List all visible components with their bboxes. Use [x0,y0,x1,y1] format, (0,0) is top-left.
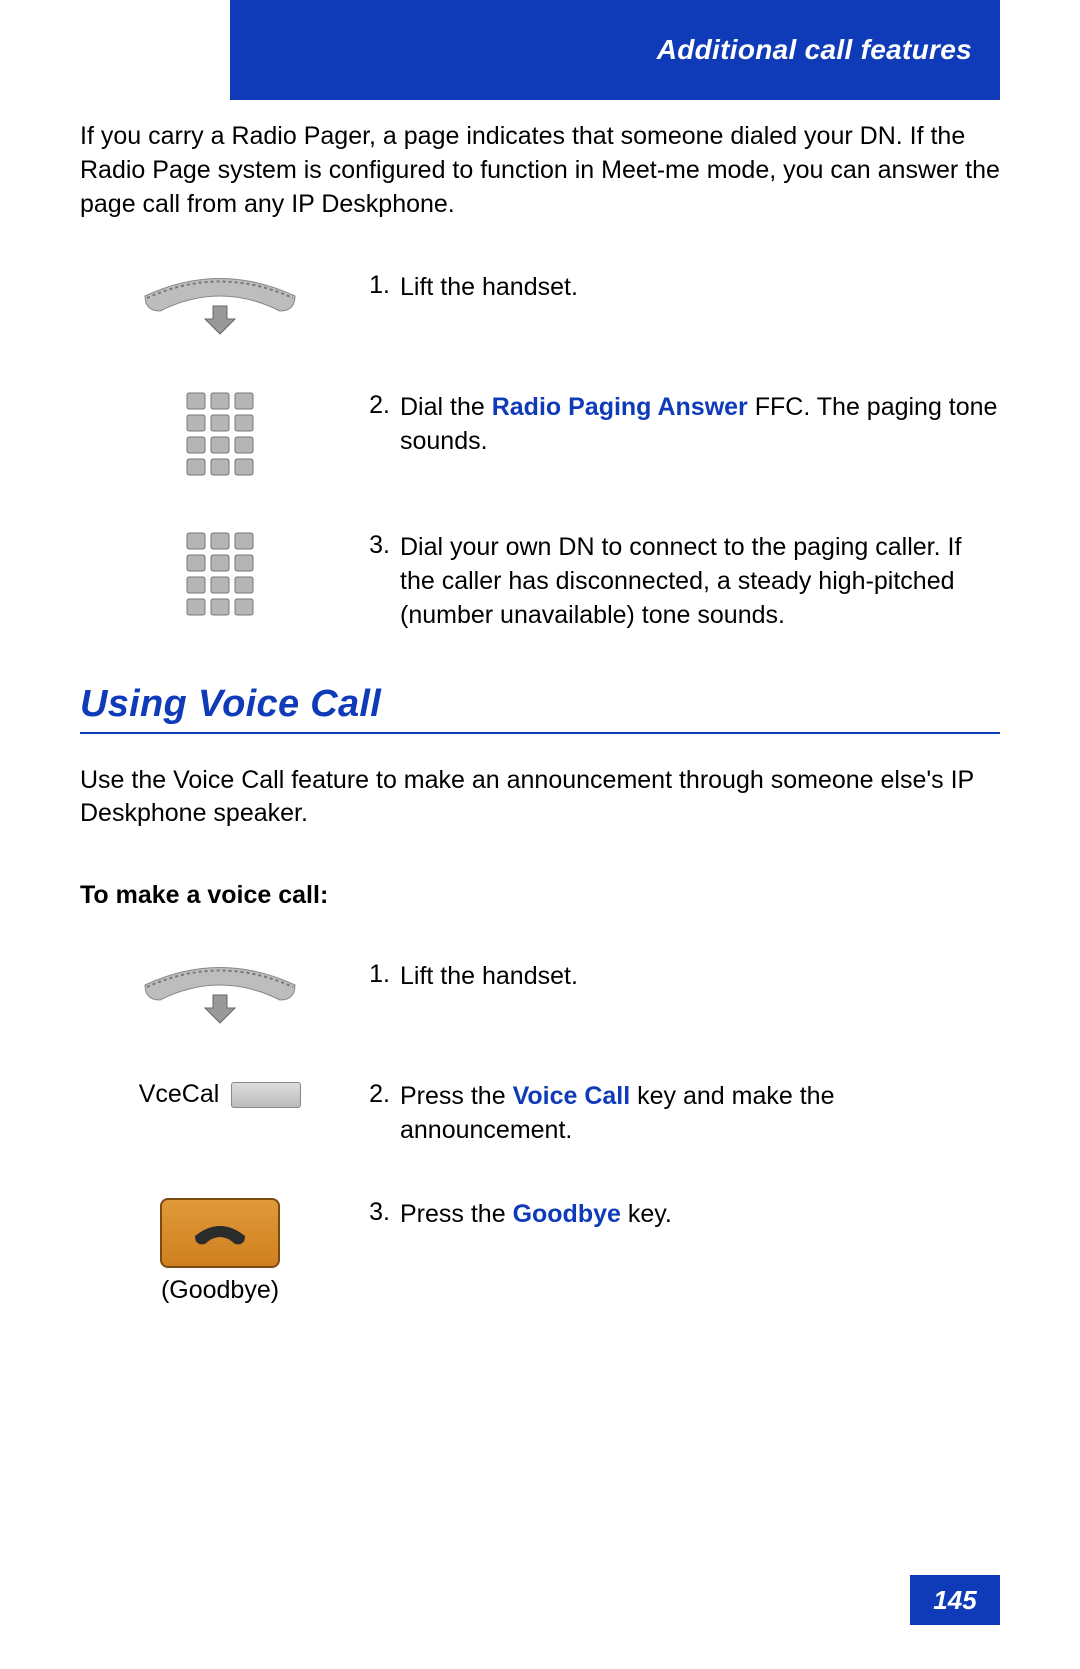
step-row: 1. Lift the handset. [80,271,1000,341]
step-text: Press the Voice Call key and make the an… [400,1080,1000,1148]
icon-cell: VceCal [80,1080,360,1109]
step-number: 2. [360,391,400,420]
header-title: Additional call features [657,34,972,66]
step-number: 1. [360,271,400,300]
intro-paragraph-1: If you carry a Radio Pager, a page indic… [80,120,1000,221]
step-text-highlight: Voice Call [513,1082,631,1110]
step-text: Press the Goodbye key. [400,1198,1000,1232]
header-band: Additional call features [230,0,1000,100]
page-content: If you carry a Radio Pager, a page indic… [80,120,1000,1355]
step-text: Dial your own DN to connect to the pagin… [400,531,1000,632]
step-text-highlight: Goodbye [513,1200,621,1228]
step-text-post: Dial your own DN to connect to the pagin… [400,533,961,629]
step-row: (Goodbye) 3. Press the Goodbye key. [80,1198,1000,1305]
handset-down-icon [190,1216,250,1250]
softkey-button-icon [231,1082,301,1108]
section-heading: Using Voice Call [80,683,1000,726]
section-rule [80,732,1000,734]
icon-cell [80,960,360,1030]
handset-lift-icon [135,271,305,341]
softkey-caption: VceCal [139,1080,220,1109]
softkey-icon: VceCal [139,1080,302,1109]
page-number: 145 [910,1575,1000,1625]
step-number: 2. [360,1080,400,1109]
keypad-icon [185,391,255,481]
step-text-post: Lift the handset. [400,273,578,301]
icon-cell [80,271,360,341]
icon-cell [80,531,360,621]
step-number: 3. [360,1198,400,1227]
step-number: 3. [360,531,400,560]
step-row: VceCal 2. Press the Voice Call key and m… [80,1080,1000,1148]
step-row: 3. Dial your own DN to connect to the pa… [80,531,1000,632]
step-text-post: key. [621,1200,672,1228]
steps-group-2: 1. Lift the handset. VceCal 2. Press the… [80,960,1000,1305]
step-text-post: Lift the handset. [400,962,578,990]
handset-lift-icon [135,960,305,1030]
step-row: 2. Dial the Radio Paging Answer FFC. The… [80,391,1000,481]
keypad-icon [185,531,255,621]
sub-heading: To make a voice call: [80,881,1000,910]
goodbye-button-icon [160,1198,280,1268]
icon-cell: (Goodbye) [80,1198,360,1305]
steps-group-1: 1. Lift the handset. 2. Dial the Radio P [80,271,1000,632]
goodbye-caption: (Goodbye) [161,1276,279,1305]
intro-paragraph-2: Use the Voice Call feature to make an an… [80,764,1000,832]
step-text-pre: Press the [400,1200,513,1228]
step-text-highlight: Radio Paging Answer [492,393,748,421]
step-text: Lift the handset. [400,271,1000,305]
step-row: 1. Lift the handset. [80,960,1000,1030]
step-text-pre: Press the [400,1082,513,1110]
step-text: Dial the Radio Paging Answer FFC. The pa… [400,391,1000,459]
step-text: Lift the handset. [400,960,1000,994]
icon-cell [80,391,360,481]
step-number: 1. [360,960,400,989]
step-text-pre: Dial the [400,393,492,421]
